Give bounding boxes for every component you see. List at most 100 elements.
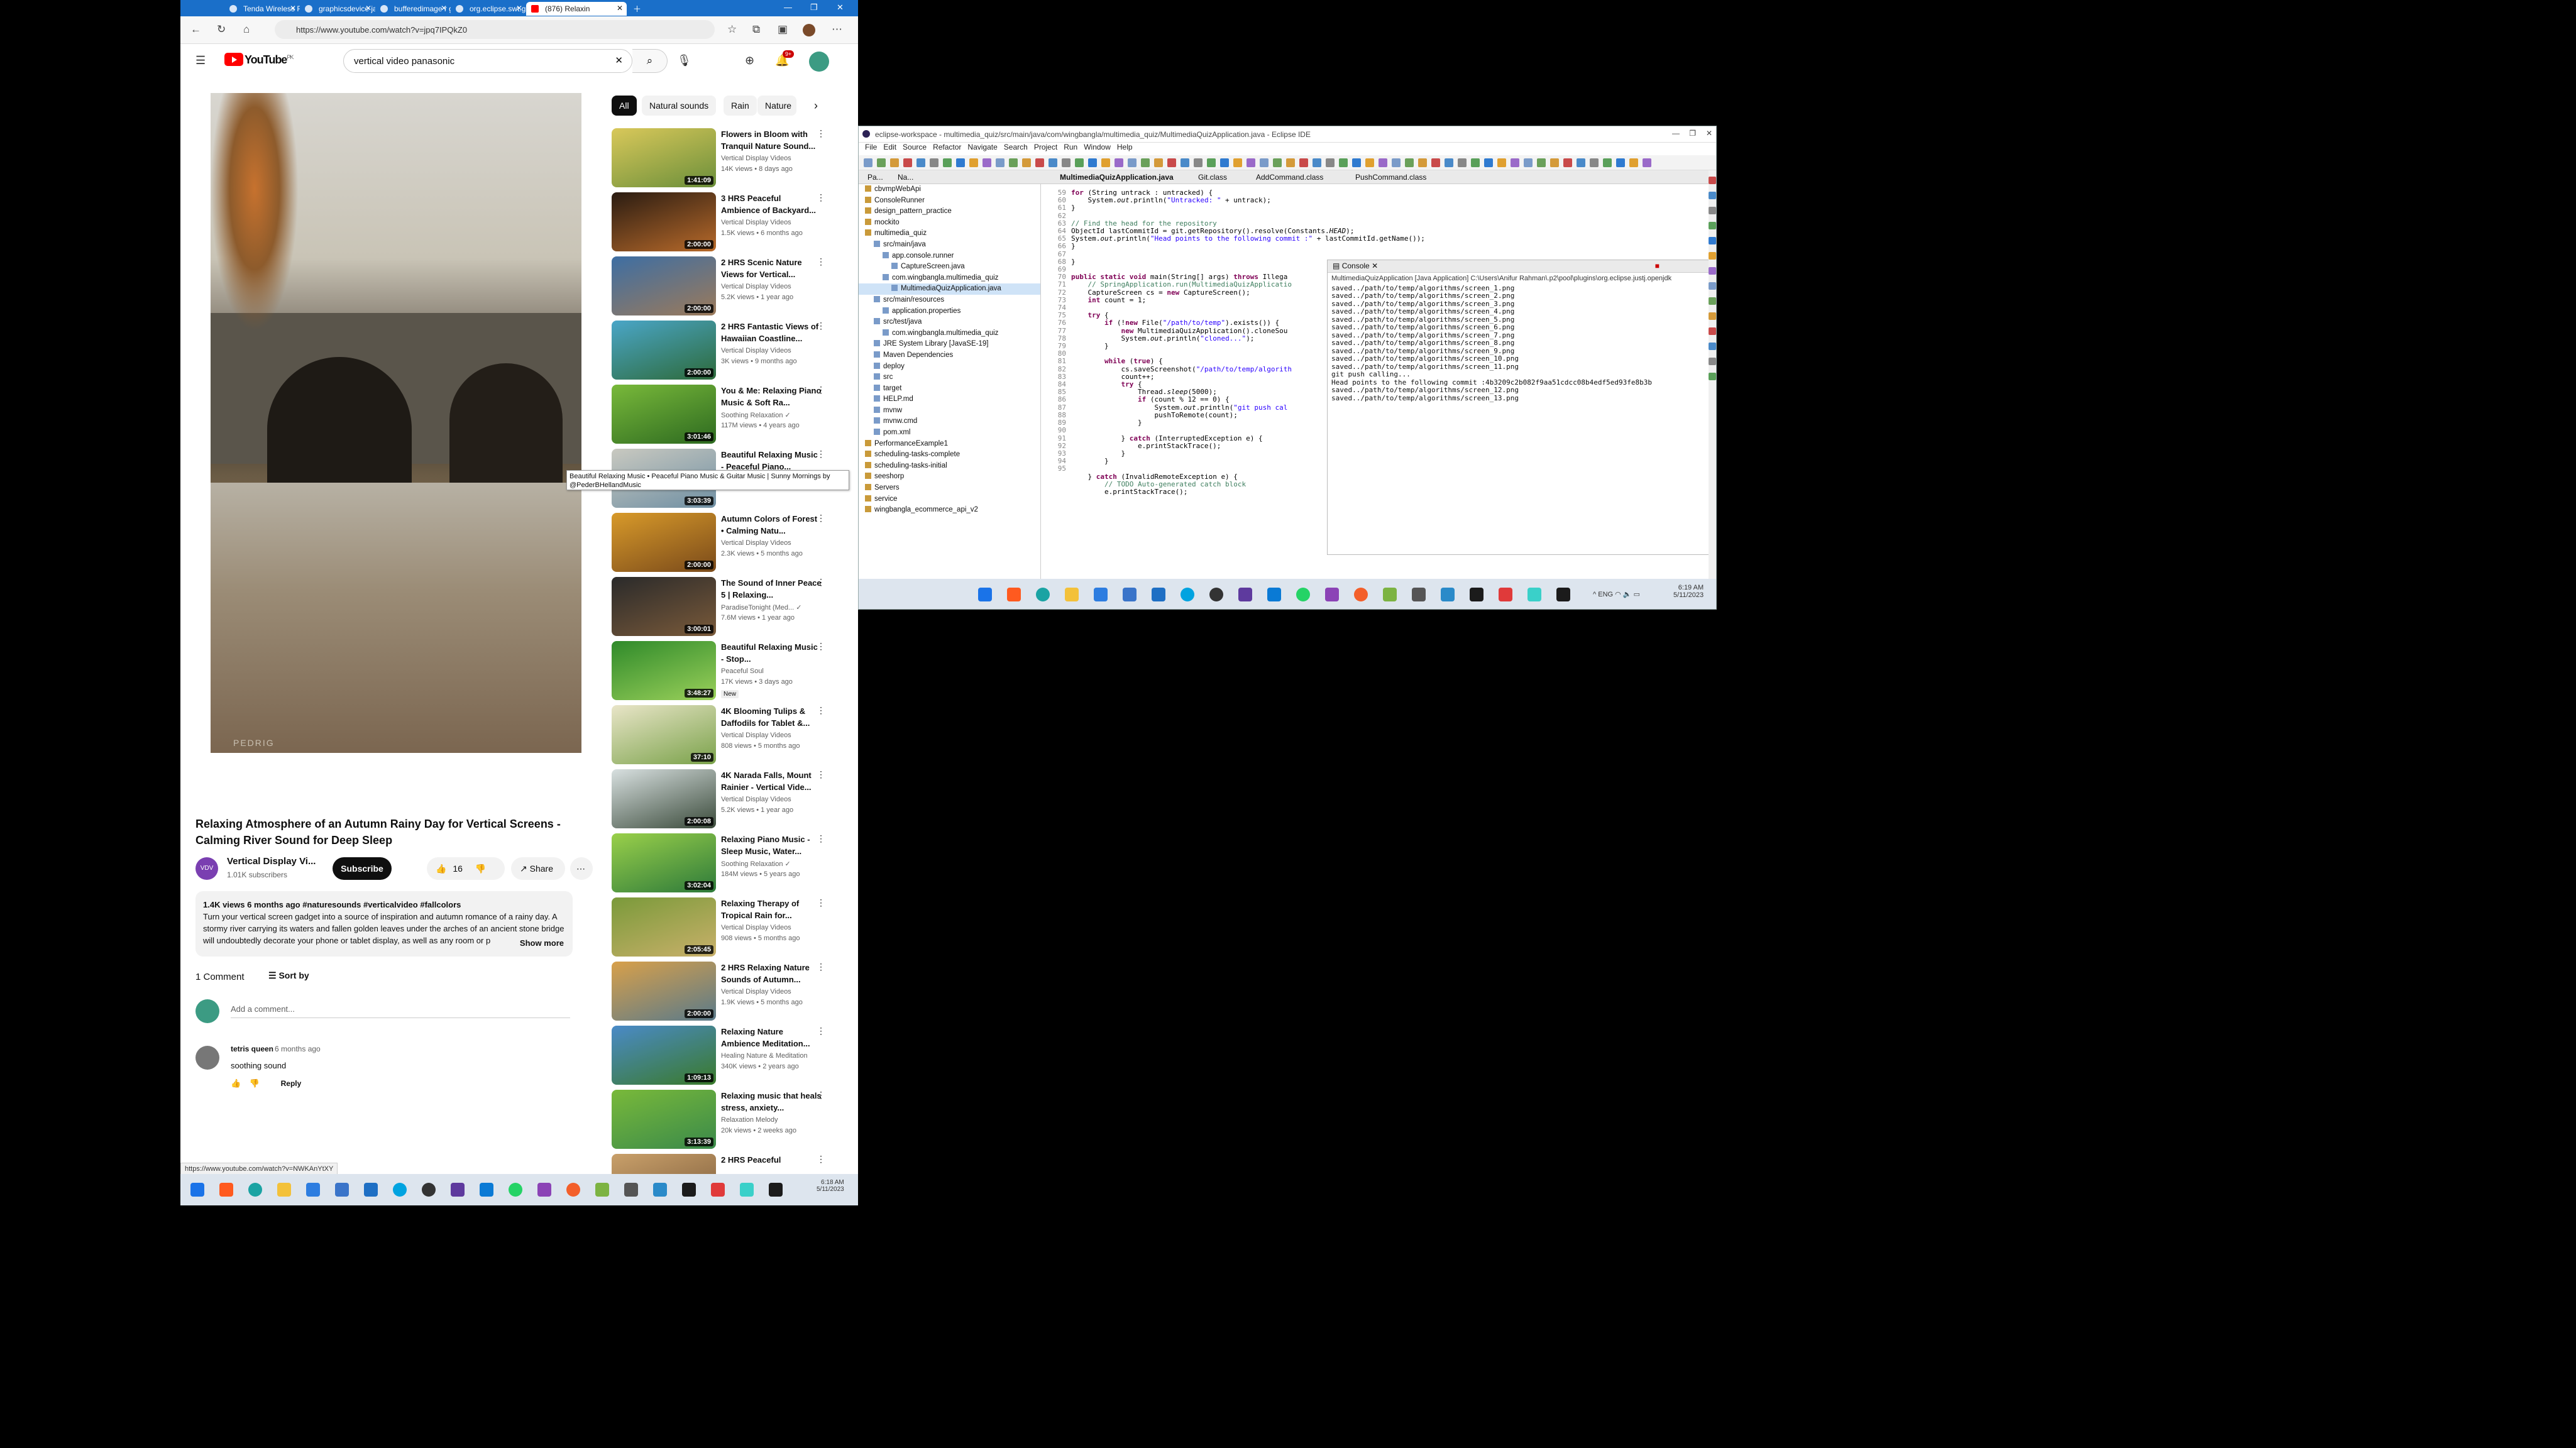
comment-author[interactable]: tetris queen [231,1045,273,1053]
toolbar-button-icon[interactable] [1392,158,1401,167]
recommendation-channel[interactable]: Vertical Display Videos [721,732,791,739]
show-more-link[interactable]: Show more [519,937,564,949]
menu-item[interactable]: Search [1004,143,1028,151]
more-vert-icon[interactable]: ⋮ [817,513,825,524]
view-shortcut-icon[interactable] [1709,177,1716,184]
app-icon[interactable] [1441,588,1455,601]
close-window-icon[interactable]: ✕ [837,3,844,13]
view-shortcut-icon[interactable] [1709,358,1716,365]
whatsapp-icon[interactable] [1296,588,1310,601]
tree-item[interactable]: src/test/java [859,317,1040,328]
toolbar-button-icon[interactable] [1352,158,1361,167]
tree-item[interactable]: seeshorp [859,471,1040,483]
start-icon[interactable] [978,588,992,601]
recommendation-item[interactable]: 3:00:01 The Sound of Inner Peace 5 | Rela… [612,577,825,639]
tree-item[interactable]: app.console.runner [859,251,1040,262]
battery-icon[interactable]: ▭ [1634,591,1640,598]
recommendation-item[interactable]: 2:05:45 Relaxing Therapy of Tropical Rain… [612,897,825,959]
recommendation-item[interactable]: 2:00:00 Autumn Colors of Forest • Calming… [612,513,825,574]
video-thumbnail[interactable]: 37:10 [612,705,716,764]
store-icon[interactable] [1094,588,1108,601]
recommendation-channel[interactable]: Vertical Display Videos [721,988,791,996]
menu-item[interactable]: Source [903,143,927,151]
search-input[interactable]: vertical video panasonic ✕ [343,49,632,73]
close-tab-icon[interactable]: ✕ [290,4,296,13]
app-icon[interactable] [1238,588,1252,601]
toolbar-button-icon[interactable] [1207,158,1216,167]
toolbar-button-icon[interactable] [1220,158,1229,167]
toolbar-button-icon[interactable] [1181,158,1189,167]
skype-icon[interactable] [1181,588,1194,601]
brave-icon[interactable] [219,1183,233,1197]
toolbar-button-icon[interactable] [1563,158,1572,167]
tree-item[interactable]: mvnw.cmd [859,416,1040,427]
toolbar-button-icon[interactable] [1643,158,1651,167]
clock[interactable]: 6:18 AM 5/11/2023 [817,1179,844,1193]
tree-item[interactable]: deploy [859,361,1040,373]
tree-item[interactable]: design_pattern_practice [859,206,1040,217]
app-icon[interactable] [653,1183,667,1197]
recommendation-channel[interactable]: Vertical Display Videos [721,539,791,547]
app-icon[interactable] [1499,588,1512,601]
tree-item[interactable]: scheduling-tasks-complete [859,449,1040,461]
recommendation-title[interactable]: Autumn Colors of Forest • Calming Natu..… [721,513,822,537]
view-shortcut-icon[interactable] [1709,192,1716,199]
maximize-icon[interactable]: ❐ [810,3,818,13]
toolbar-button-icon[interactable] [890,158,899,167]
toolbar-button-icon[interactable] [1405,158,1414,167]
system-tray[interactable]: ^ ENG ◠ 🔈 ▭ [1593,590,1640,598]
terminal-icon[interactable] [1556,588,1570,601]
video-thumbnail[interactable]: 2:05:45 [612,897,716,957]
close-console-icon[interactable]: ✕ [1372,261,1378,270]
tree-item[interactable]: scheduling-tasks-initial [859,461,1040,472]
voice-search-icon[interactable]: 🎙 [677,54,691,67]
comment-time[interactable]: 6 months ago [275,1045,321,1053]
search-button[interactable]: ⌕ [632,49,668,73]
toolbar-button-icon[interactable] [1524,158,1533,167]
chip-rain[interactable]: Rain [724,96,757,116]
toolbar-button-icon[interactable] [1511,158,1519,167]
maximize-icon[interactable]: ❐ [1689,129,1696,138]
app-icon[interactable] [1123,588,1137,601]
recommendation-item[interactable]: 2:00:00 2 HRS Scenic Nature Views for Ver… [612,256,825,318]
recommendation-item[interactable]: 3:13:39 Relaxing music that heals stress,… [612,1090,825,1151]
reply-button[interactable]: Reply [281,1079,302,1088]
more-vert-icon[interactable]: ⋮ [817,321,825,331]
editor-tab[interactable]: Git.class [1198,173,1227,182]
toolbar-button-icon[interactable] [969,158,978,167]
more-vert-icon[interactable]: ⋮ [817,192,825,203]
toolbar-button-icon[interactable] [1418,158,1427,167]
menu-item[interactable]: Run [1064,143,1077,151]
recommendation-title[interactable]: 2 HRS Relaxing Nature Sounds of Autumn..… [721,962,822,985]
toolbar-button-icon[interactable] [1009,158,1018,167]
recommendation-item[interactable]: 2:00:00 2 HRS Relaxing Nature Sounds of A… [612,962,825,1023]
collections-icon[interactable]: ▣ [778,23,788,36]
view-shortcut-icon[interactable] [1709,312,1716,320]
toolbar-button-icon[interactable] [1233,158,1242,167]
menu-dots-icon[interactable]: ⋯ [832,23,842,36]
app-icon[interactable] [1470,588,1483,601]
toolbar-button-icon[interactable] [956,158,965,167]
app-icon[interactable] [451,1183,465,1197]
more-vert-icon[interactable]: ⋮ [817,1090,825,1100]
add-comment-input[interactable]: Add a comment... [231,1004,570,1018]
vscode-icon[interactable] [480,1183,493,1197]
recommendation-item[interactable]: 1:41:09 Flowers in Bloom with Tranquil Na… [612,128,825,190]
language-indicator[interactable]: ENG [1598,591,1613,598]
toolbar-button-icon[interactable] [1537,158,1546,167]
tree-item[interactable]: JRE System Library [JavaSE-19] [859,339,1040,350]
create-icon[interactable]: ⊕ [745,54,754,67]
tree-item[interactable]: multimedia_quiz [859,228,1040,239]
browser-tab-active[interactable]: (876) Relaxin ✕ [526,2,627,16]
tree-item[interactable]: application.properties [859,306,1040,317]
video-thumbnail[interactable]: 2:00:00 [612,513,716,572]
app-icon[interactable] [711,1183,725,1197]
recommendation-title[interactable]: 4K Narada Falls, Mount Rainier - Vertica… [721,769,822,793]
toolbar-button-icon[interactable] [1484,158,1493,167]
browser-tab[interactable]: bufferedimage r g ✕ [375,2,451,16]
app-icon[interactable] [1412,588,1426,601]
whatsapp-icon[interactable] [509,1183,522,1197]
browser-tab[interactable]: org.eclipse.swt.gr ✕ [451,2,526,16]
toolbar-button-icon[interactable] [1260,158,1269,167]
recommendation-title[interactable]: Relaxing Piano Music - Sleep Music, Wate… [721,833,822,857]
